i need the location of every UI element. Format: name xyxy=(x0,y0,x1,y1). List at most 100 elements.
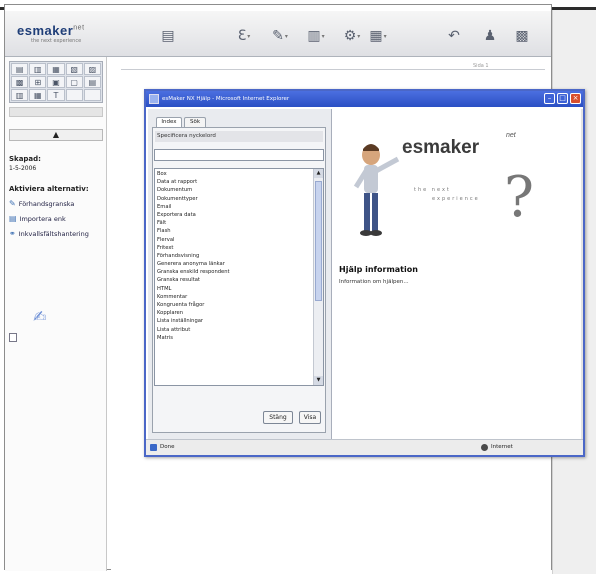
tool-palette: ▤ ▥ ▦ ▧ ▨ ▩ ⊞ ▣ ▢ ▤ ▥ ▦ T xyxy=(9,61,103,103)
help-subtitle: Information om hjälpen... xyxy=(339,279,409,285)
list-item[interactable]: Email xyxy=(157,203,313,211)
show-button[interactable]: Visa xyxy=(299,411,321,424)
list-item[interactable]: Box xyxy=(157,170,313,178)
palette-tool[interactable] xyxy=(83,89,101,101)
index-items: Box Data at rapport Dokumentum Dokumenttype… xyxy=(157,170,313,342)
minimize-button[interactable]: – xyxy=(544,93,555,104)
palette-tool[interactable]: ▨ xyxy=(83,63,101,75)
palette-tool[interactable]: ▧ xyxy=(65,63,83,75)
list-item[interactable]: HTML xyxy=(157,285,313,293)
list-scrollbar[interactable]: ▲ ▼ xyxy=(313,169,323,385)
list-item[interactable]: Generera anonyma länkar xyxy=(157,260,313,268)
list-item[interactable]: Matris xyxy=(157,334,313,342)
list-item[interactable]: Dokumenttyper xyxy=(157,195,313,203)
sidebar-item-preview[interactable]: ✎ Förhandsgranska xyxy=(9,199,74,208)
list-item[interactable]: Granska resultat xyxy=(157,276,313,284)
scroll-up-icon[interactable]: ▲ xyxy=(314,169,323,178)
list-item[interactable]: Granska enskild respondent xyxy=(157,268,313,276)
document-icon: ▥ xyxy=(307,28,321,44)
palette-tool[interactable]: ▤ xyxy=(11,63,29,75)
list-item[interactable]: Lista attribut xyxy=(157,326,313,334)
globe-icon xyxy=(481,444,488,451)
toolbar-button-format[interactable]: ✎ ▾ xyxy=(263,25,297,47)
list-item[interactable]: Förhandsvisning xyxy=(157,252,313,260)
palette-tool[interactable] xyxy=(65,89,83,101)
help-title: Hjälp information xyxy=(339,265,418,274)
dialog-title: esMaker NX Hjälp - Microsoft Internet Ex… xyxy=(162,96,290,102)
help-dialog: esMaker NX Hjälp - Microsoft Internet Ex… xyxy=(144,89,585,457)
undo-icon: ↶ xyxy=(448,28,460,44)
collapse-button[interactable]: ▲ xyxy=(9,129,103,141)
index-list[interactable]: Box Data at rapport Dokumentum Dokumenttype… xyxy=(154,168,324,386)
list-item[interactable]: Flerval xyxy=(157,236,313,244)
tool-icon: ⚙ xyxy=(343,28,357,44)
created-label: Skapad: xyxy=(9,155,41,163)
link-icon: ⚭ xyxy=(9,229,16,238)
left-panel: ▤ ▥ ▦ ▧ ▨ ▩ ⊞ ▣ ▢ ▤ ▥ ▦ T ▲ Skapad: 1-5-… xyxy=(5,57,107,571)
toolbar-button-export[interactable]: ▦ ▾ xyxy=(361,25,395,47)
palette-tool[interactable]: ▤ xyxy=(83,76,101,88)
chevron-down-icon[interactable]: ▾ xyxy=(384,33,387,40)
toolbar-button-text-tool[interactable]: Ɛ ▾ xyxy=(227,25,261,47)
index-tab-body: Specificera nyckelord Box Data at rapport… xyxy=(152,127,326,433)
scroll-down-icon[interactable]: ▼ xyxy=(314,376,323,385)
list-item[interactable]: Kommentar xyxy=(157,293,313,301)
list-item[interactable]: Dokumentum xyxy=(157,186,313,194)
toolbar-button-report[interactable]: ▩ xyxy=(505,25,539,47)
close-button[interactable]: × xyxy=(570,93,581,104)
toolbar-button-undo[interactable]: ↶ xyxy=(437,25,471,47)
alternatives-label: Aktiviera alternativ: xyxy=(9,185,89,193)
dialog-titlebar[interactable]: esMaker NX Hjälp - Microsoft Internet Ex… xyxy=(146,91,583,107)
list-item[interactable]: Kongruenta frågor xyxy=(157,301,313,309)
maximize-button[interactable]: □ xyxy=(557,93,568,104)
list-item[interactable]: Flash xyxy=(157,227,313,235)
content-scrollbar[interactable] xyxy=(581,109,583,439)
export-icon: ▦ xyxy=(369,28,383,44)
import-icon: ▤ xyxy=(9,214,17,223)
list-item[interactable]: Data at rapport xyxy=(157,178,313,186)
toolbar-button-picture[interactable]: ▤ xyxy=(151,25,185,47)
picture-icon: ▤ xyxy=(161,28,175,44)
page-ruler xyxy=(121,69,545,70)
sidebar-item-links[interactable]: ⚭ Inkvallsfältshantering xyxy=(9,229,89,238)
palette-tool[interactable]: ▢ xyxy=(65,76,83,88)
help-logo: esmaker net xyxy=(402,132,516,158)
toolbar-button-user[interactable]: ♟ xyxy=(473,25,507,47)
list-item[interactable]: Lista inställningar xyxy=(157,317,313,325)
app-logo: esmakernet xyxy=(17,23,85,38)
chevron-down-icon[interactable]: ▾ xyxy=(322,33,325,40)
experience-text-2: experience xyxy=(432,196,480,202)
palette-tool[interactable]: T xyxy=(47,89,65,101)
dialog-statusbar: Done Internet xyxy=(146,439,583,455)
chevron-down-icon[interactable]: ▾ xyxy=(285,33,288,40)
ie-icon xyxy=(149,94,159,104)
list-item[interactable]: Exportera data xyxy=(157,211,313,219)
keyword-input[interactable] xyxy=(154,149,324,161)
question-mark-icon: ? xyxy=(504,165,535,230)
palette-tool[interactable]: ▥ xyxy=(29,63,47,75)
palette-tool[interactable]: ▦ xyxy=(47,63,65,75)
palette-tool[interactable]: ▩ xyxy=(11,76,29,88)
pencil-icon: ✎ xyxy=(9,199,16,208)
list-item[interactable]: Fritext xyxy=(157,244,313,252)
chevron-down-icon[interactable]: ▾ xyxy=(247,33,250,40)
help-nav-pane: Index Sök Specificera nyckelord Box Data … xyxy=(148,109,332,439)
report-icon: ▩ xyxy=(515,28,529,44)
page-status-icon xyxy=(150,444,157,451)
scroll-thumb[interactable] xyxy=(315,181,322,301)
list-item[interactable]: Fält xyxy=(157,219,313,227)
app-tagline: the next experience xyxy=(31,38,82,44)
format-icon: ✎ xyxy=(272,28,284,44)
palette-tool[interactable]: ▣ xyxy=(47,76,65,88)
tab-search[interactable]: Sök xyxy=(184,117,206,127)
palette-tool[interactable]: ▦ xyxy=(29,89,47,101)
palette-tool[interactable]: ⊞ xyxy=(29,76,47,88)
list-item[interactable]: Kopplaren xyxy=(157,309,313,317)
sidebar-item-import[interactable]: ▤ Importera enk xyxy=(9,214,66,223)
chevron-down-icon[interactable]: ▾ xyxy=(357,33,360,40)
toolbar-button-document[interactable]: ▥ ▾ xyxy=(299,25,333,47)
palette-tool[interactable]: ▥ xyxy=(11,89,29,101)
close-help-button[interactable]: Stäng xyxy=(263,411,293,424)
help-content-pane: esmaker net the next experience ? Hjälp … xyxy=(334,109,583,439)
page-icon[interactable] xyxy=(9,333,17,342)
